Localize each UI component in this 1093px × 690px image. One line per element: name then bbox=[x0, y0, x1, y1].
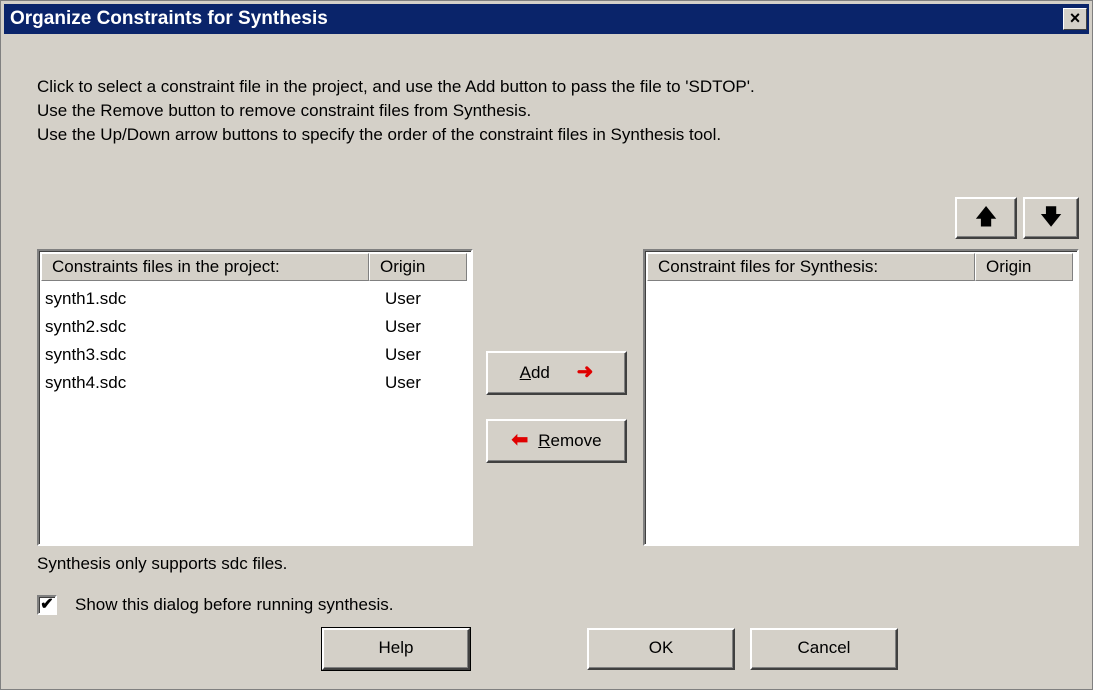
checkmark-icon: ✔ bbox=[40, 596, 54, 613]
ok-button[interactable]: OK bbox=[587, 628, 735, 670]
column-header-synthesis-origin-label: Origin bbox=[986, 257, 1032, 276]
arrow-up-icon: 🡅 bbox=[974, 204, 998, 229]
list-item-file[interactable]: synth3.sdc bbox=[45, 341, 126, 369]
move-up-button[interactable]: 🡅 bbox=[955, 197, 1017, 239]
remove-button[interactable]: ⬅ Remove bbox=[486, 419, 627, 463]
column-header-files[interactable]: Constraints files in the project: bbox=[41, 253, 369, 281]
cancel-button[interactable]: Cancel bbox=[750, 628, 898, 670]
remove-accel: R bbox=[538, 431, 551, 450]
column-header-synthesis-files-label: Constraint files for Synthesis: bbox=[658, 257, 879, 276]
instructions: Click to select a constraint file in the… bbox=[37, 75, 755, 147]
column-header-files-label: Constraints files in the project: bbox=[52, 257, 280, 276]
instruction-line-3: Use the Up/Down arrow buttons to specify… bbox=[37, 125, 722, 144]
project-constraints-list[interactable]: Constraints files in the project: Origin… bbox=[37, 249, 473, 546]
arrow-left-icon: ⬅ bbox=[511, 429, 529, 451]
instruction-line-2: Use the Remove button to remove constrai… bbox=[37, 101, 532, 120]
show-dialog-checkbox[interactable]: ✔ bbox=[37, 595, 57, 615]
list-item-file[interactable]: synth2.sdc bbox=[45, 313, 126, 341]
dialog-title: Organize Constraints for Synthesis bbox=[10, 8, 328, 29]
list-item-origin: User bbox=[385, 317, 421, 336]
list-item-origin: User bbox=[385, 373, 421, 392]
column-header-synthesis-files[interactable]: Constraint files for Synthesis: bbox=[647, 253, 975, 281]
list-item-file[interactable]: synth1.sdc bbox=[45, 285, 126, 313]
list-item-origin: User bbox=[385, 345, 421, 364]
close-icon: × bbox=[1069, 8, 1081, 28]
list-item-file[interactable]: synth4.sdc bbox=[45, 369, 126, 397]
column-header-origin[interactable]: Origin bbox=[369, 253, 467, 281]
synthesis-constraints-list[interactable]: Constraint files for Synthesis: Origin bbox=[643, 249, 1079, 546]
sdc-support-note: Synthesis only supports sdc files. bbox=[37, 554, 288, 573]
add-button[interactable]: Add ➜ bbox=[486, 351, 627, 395]
list-item-origin: User bbox=[385, 289, 421, 308]
show-dialog-label: Show this dialog before running synthesi… bbox=[75, 595, 394, 614]
title-bar: Organize Constraints for Synthesis × bbox=[4, 4, 1089, 34]
close-button[interactable]: × bbox=[1063, 8, 1087, 30]
dialog-window: Organize Constraints for Synthesis × Cli… bbox=[0, 0, 1093, 690]
move-down-button[interactable]: 🡇 bbox=[1023, 197, 1079, 239]
arrow-right-icon: ➜ bbox=[576, 361, 594, 383]
add-label: dd bbox=[530, 363, 550, 382]
help-button[interactable]: Help bbox=[321, 627, 471, 671]
instruction-line-1: Click to select a constraint file in the… bbox=[37, 77, 755, 96]
arrow-down-icon: 🡇 bbox=[1039, 204, 1063, 229]
remove-label: emove bbox=[550, 431, 602, 450]
column-header-origin-label: Origin bbox=[380, 257, 426, 276]
column-header-synthesis-origin[interactable]: Origin bbox=[975, 253, 1073, 281]
add-accel: A bbox=[519, 363, 531, 382]
